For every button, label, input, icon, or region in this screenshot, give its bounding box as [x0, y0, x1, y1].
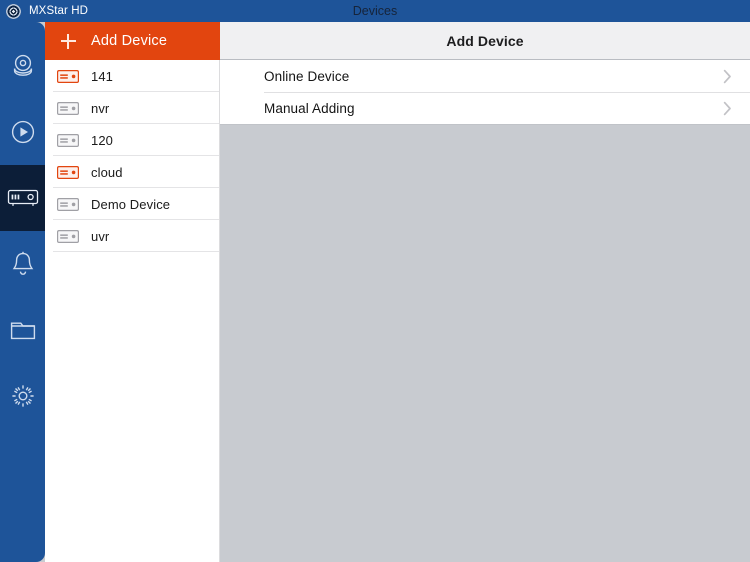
folder-icon [9, 318, 37, 342]
sidebar-item-alarm[interactable] [0, 231, 45, 297]
add-device-button[interactable]: Add Device [45, 22, 220, 60]
settings-gear-icon [9, 382, 37, 410]
nvr-device-icon [57, 69, 79, 83]
nvr-device-icon [57, 165, 79, 179]
list-item-label: nvr [91, 100, 110, 116]
sidebar-item-devices[interactable] [0, 165, 45, 231]
playback-play-circle-icon [9, 118, 37, 146]
list-item[interactable]: cloud [45, 156, 220, 188]
plus-icon [45, 33, 91, 49]
list-item[interactable]: 120 [45, 124, 220, 156]
add-device-options: Online Device Manual Adding [220, 60, 750, 125]
detail-title: Add Device [446, 32, 524, 49]
option-label: Manual Adding [264, 100, 355, 116]
nvr-device-icon [57, 229, 79, 243]
device-manager-icon [7, 187, 39, 209]
chevron-right-icon [723, 69, 732, 84]
detail-panel: Add Device Online Device Manual Adding [220, 22, 750, 562]
list-item[interactable]: uvr [45, 220, 220, 252]
list-item[interactable]: nvr [45, 92, 220, 124]
sidebar-item-playback[interactable] [0, 99, 45, 165]
sidebar-item-live-view[interactable] [0, 33, 45, 99]
option-label: Online Device [264, 68, 350, 84]
list-item-label: cloud [91, 164, 123, 180]
rail-top-spacer [0, 22, 45, 33]
app-window: MXStar HD Devices Add Device 141 nvr 120… [0, 0, 750, 562]
alarm-bell-icon [10, 250, 36, 278]
option-online-device[interactable]: Online Device [220, 60, 750, 92]
nvr-device-icon [57, 197, 79, 211]
list-item-label: 120 [91, 132, 113, 148]
list-item[interactable]: 141 [45, 60, 220, 92]
sidebar-rail [0, 22, 45, 562]
chevron-right-icon [723, 101, 732, 116]
app-name-label: MXStar HD [29, 5, 89, 17]
live-view-camera-icon [9, 52, 37, 80]
nvr-device-icon [57, 133, 79, 147]
detail-header: Add Device [220, 22, 750, 60]
app-logo-icon [6, 3, 21, 19]
nvr-device-icon [57, 101, 79, 115]
device-list-panel: Add Device 141 nvr 120 cloud Demo Device… [45, 22, 220, 562]
sidebar-item-settings[interactable] [0, 363, 45, 429]
add-device-label: Add Device [91, 33, 168, 49]
list-item-label: Demo Device [91, 196, 171, 212]
list-item[interactable]: Demo Device [45, 188, 220, 220]
sidebar-item-files[interactable] [0, 297, 45, 363]
list-item-label: uvr [91, 228, 110, 244]
device-rows: 141 nvr 120 cloud Demo Device uvr [45, 60, 220, 252]
title-bar: MXStar HD [0, 0, 750, 22]
option-manual-adding[interactable]: Manual Adding [220, 92, 750, 124]
list-item-label: 141 [91, 68, 113, 84]
